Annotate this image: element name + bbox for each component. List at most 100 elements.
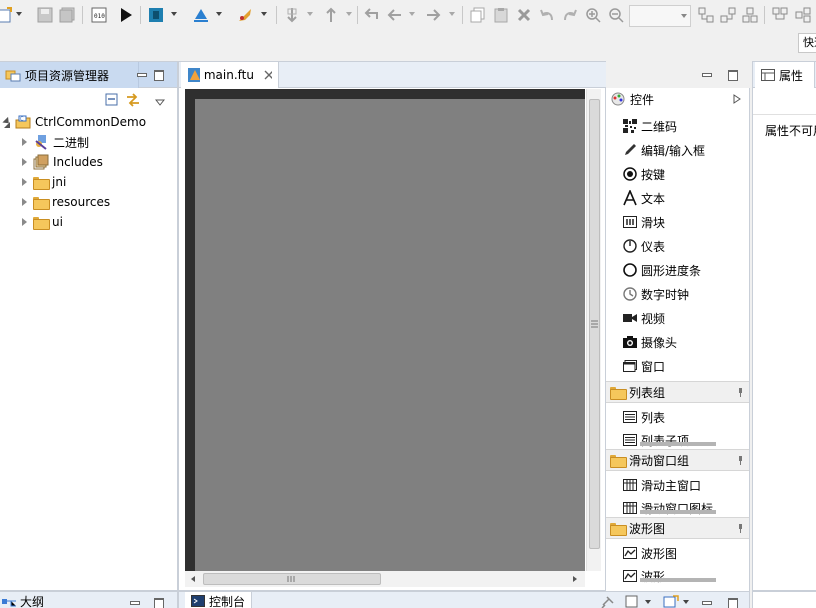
scrollbar-thumb[interactable] xyxy=(203,573,381,585)
run-icon[interactable] xyxy=(117,5,135,25)
tab-console[interactable]: 控制台 xyxy=(185,592,253,608)
palette-item-waveform-chart[interactable]: 波形图 xyxy=(622,542,677,564)
copy-icon[interactable] xyxy=(469,5,487,25)
prev-annotation-dropdown-icon[interactable] xyxy=(346,12,353,18)
tree-item-project[interactable]: C CtrlCommonDemo xyxy=(3,112,146,132)
palette-item-slider[interactable]: 滑块 xyxy=(622,211,665,233)
save-all-icon[interactable] xyxy=(58,5,76,25)
download-device-icon[interactable] xyxy=(147,5,165,25)
palette-group-list[interactable]: 列表组 xyxy=(606,381,749,403)
back-icon[interactable] xyxy=(386,5,404,25)
tree-item-includes[interactable]: Includes xyxy=(21,152,103,172)
scrollbar-thumb[interactable] xyxy=(589,99,600,549)
palette-collapse-icon[interactable] xyxy=(733,94,741,104)
download-dropdown-icon[interactable] xyxy=(171,12,178,18)
tab-outline[interactable]: 大纲 xyxy=(0,592,44,608)
prev-annotation-icon[interactable] xyxy=(322,5,340,25)
chevron-down-icon[interactable] xyxy=(645,600,652,606)
launch-dropdown-icon[interactable] xyxy=(261,12,268,18)
collapse-arrow-icon[interactable] xyxy=(21,138,29,146)
next-annotation-dropdown-icon[interactable] xyxy=(307,12,314,18)
scroll-left-icon[interactable] xyxy=(189,575,197,583)
pin-icon[interactable] xyxy=(736,524,745,533)
close-icon[interactable] xyxy=(264,70,272,80)
last-edit-icon[interactable] xyxy=(362,5,380,25)
tab-main-ftu[interactable]: main.ftu xyxy=(181,62,279,88)
tab-project-explorer[interactable]: 项目资源管理器 xyxy=(0,62,139,88)
minimize-icon[interactable] xyxy=(701,69,712,80)
pin-icon[interactable] xyxy=(736,388,745,397)
collapse-arrow-icon[interactable] xyxy=(21,198,29,206)
maximize-icon[interactable] xyxy=(727,597,738,608)
minimize-icon[interactable] xyxy=(136,69,147,80)
link-editor-icon[interactable] xyxy=(125,92,141,108)
new-wizard-button[interactable] xyxy=(0,5,14,25)
collapse-all-icon[interactable] xyxy=(105,93,119,107)
quick-access-input[interactable]: 快速访问 xyxy=(798,33,816,53)
palette-group-slide-window[interactable]: 滑动窗口组 xyxy=(606,449,749,471)
align-top-icon[interactable] xyxy=(771,5,789,25)
pin-console-icon[interactable] xyxy=(599,595,615,608)
tree-item-resources[interactable]: resources xyxy=(21,192,110,212)
chevron-down-icon[interactable] xyxy=(683,600,690,606)
scroll-right-icon[interactable] xyxy=(571,575,579,583)
delete-icon[interactable] xyxy=(515,5,533,25)
palette-item-camera[interactable]: 摄像头 xyxy=(622,331,677,353)
vertical-scrollbar[interactable] xyxy=(586,89,601,571)
undo-icon[interactable] xyxy=(538,5,556,25)
palette-item-waveform[interactable]: 波形 xyxy=(622,565,665,587)
palette-item-edit[interactable]: 编辑/输入框 xyxy=(622,139,705,161)
minimize-icon[interactable] xyxy=(701,597,712,608)
minimize-icon[interactable] xyxy=(129,597,140,608)
maximize-icon[interactable] xyxy=(153,597,164,608)
forward-dropdown-icon[interactable] xyxy=(449,12,456,18)
redo-icon[interactable] xyxy=(561,5,579,25)
open-console-icon[interactable] xyxy=(663,595,679,608)
launch-icon[interactable] xyxy=(236,5,254,25)
palette-item-slide-main-window[interactable]: 滑动主窗口 xyxy=(622,474,701,496)
palette-item-video[interactable]: 视频 xyxy=(622,307,665,329)
align-center-icon[interactable] xyxy=(719,5,737,25)
back-dropdown-icon[interactable] xyxy=(409,12,416,18)
design-canvas[interactable] xyxy=(195,99,585,571)
palette-item-circle-progress[interactable]: 圆形进度条 xyxy=(622,259,701,281)
forward-icon[interactable] xyxy=(424,5,442,25)
deploy-dropdown-icon[interactable] xyxy=(216,12,223,18)
tree-item-binaries[interactable]: 二进制 xyxy=(21,132,89,152)
save-icon[interactable] xyxy=(36,5,54,25)
binary-build-icon[interactable]: 010 xyxy=(90,5,108,25)
palette-item-gauge[interactable]: 仪表 xyxy=(622,235,665,257)
pin-icon[interactable] xyxy=(736,456,745,465)
palette-item-slide-window-icon[interactable]: 滑动窗口图标 xyxy=(622,497,713,519)
palette-item-digital-clock[interactable]: 数字时钟 xyxy=(622,283,689,305)
maximize-icon[interactable] xyxy=(727,69,738,81)
new-dropdown-icon[interactable] xyxy=(16,12,23,18)
collapse-arrow-icon[interactable] xyxy=(21,158,29,166)
expand-arrow-icon[interactable] xyxy=(3,118,11,128)
tree-item-jni[interactable]: jni xyxy=(21,172,66,192)
horizontal-scrollbar[interactable] xyxy=(185,571,585,587)
palette-item-list-subitem[interactable]: 列表子项 xyxy=(622,429,689,451)
zoom-in-icon[interactable] xyxy=(584,5,602,25)
align-left-icon[interactable] xyxy=(697,5,715,25)
palette-item-list[interactable]: 列表 xyxy=(622,406,665,428)
zoom-out-icon[interactable] xyxy=(607,5,625,25)
palette-item-window[interactable]: 窗口 xyxy=(622,355,665,377)
collapse-arrow-icon[interactable] xyxy=(21,178,29,186)
collapse-arrow-icon[interactable] xyxy=(21,218,29,226)
tree-item-ui[interactable]: ui xyxy=(21,212,63,232)
palette-item-text[interactable]: 文本 xyxy=(622,187,665,209)
maximize-icon[interactable] xyxy=(153,69,164,81)
palette-item-qrcode[interactable]: 二维码 xyxy=(622,115,677,137)
deploy-icon[interactable] xyxy=(192,5,210,25)
tab-properties[interactable]: 属性 xyxy=(755,62,815,88)
align-right-icon[interactable] xyxy=(741,5,759,25)
next-annotation-icon[interactable] xyxy=(283,5,301,25)
display-console-icon[interactable] xyxy=(625,595,639,608)
align-middle-icon[interactable] xyxy=(794,5,812,25)
zoom-select[interactable] xyxy=(629,5,691,27)
palette-item-button[interactable]: 按键 xyxy=(622,163,665,185)
palette-group-waveform[interactable]: 波形图 xyxy=(606,517,749,539)
view-menu-icon[interactable] xyxy=(154,96,166,106)
paste-icon[interactable] xyxy=(492,5,510,25)
